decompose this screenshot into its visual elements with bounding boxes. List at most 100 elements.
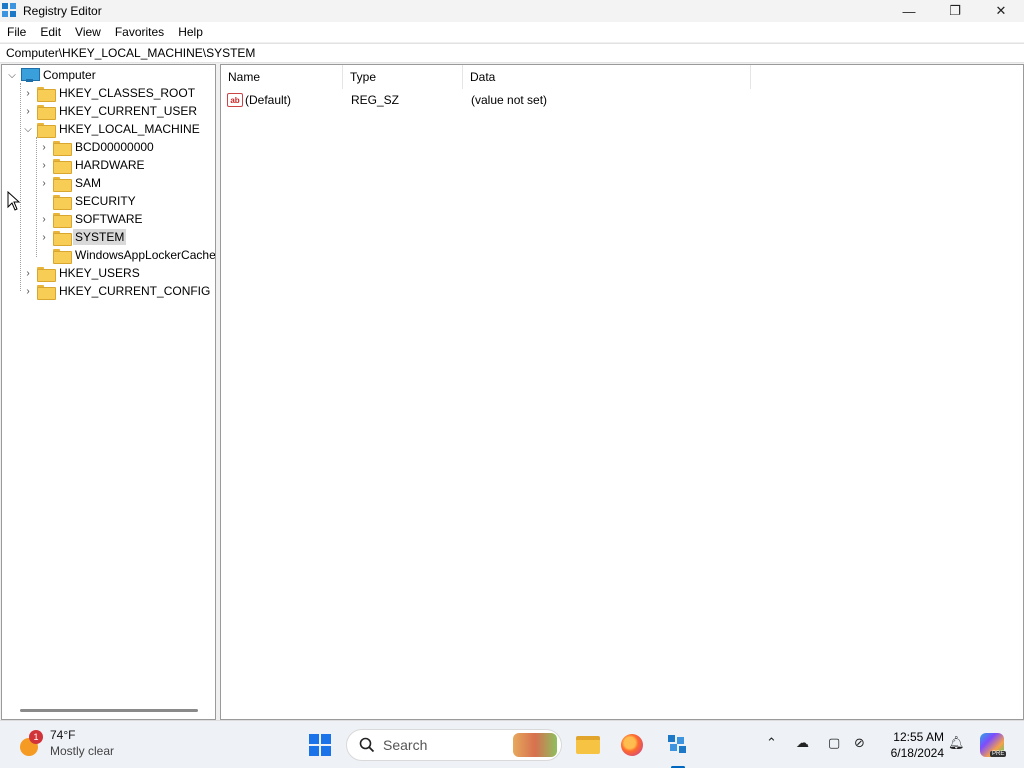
chevron-down-icon[interactable]: ⌵ [6, 66, 18, 84]
tree-item-label: HKEY_CURRENT_CONFIG [59, 284, 211, 298]
folder-icon [53, 212, 72, 228]
taskbar-firefox[interactable] [614, 727, 650, 763]
menu-help[interactable]: Help [171, 25, 210, 39]
firefox-icon [621, 734, 643, 756]
windows-logo-icon [309, 734, 331, 756]
folder-icon [37, 86, 56, 102]
weather-icon: 1 [16, 730, 43, 756]
search-highlight-icon [513, 733, 557, 757]
weather-temperature: 74°F [50, 728, 76, 742]
tree-item-windowsapplockercache[interactable]: WindowsAppLockerCache [38, 246, 216, 264]
string-value-icon: ab [227, 93, 243, 107]
computer-icon [21, 68, 40, 82]
tree-item-hkey-users[interactable]: › HKEY_USERS [22, 264, 142, 282]
maximize-button[interactable]: ❐ [932, 0, 978, 22]
chevron-down-icon[interactable]: ⌵ [22, 120, 34, 138]
folder-icon [53, 176, 72, 192]
tree-item-sam[interactable]: › SAM [38, 174, 103, 192]
notification-badge: 1 [29, 730, 43, 744]
taskbar-file-explorer[interactable] [570, 727, 606, 763]
system-clock[interactable]: 12:55 AM 6/18/2024 [876, 729, 944, 761]
address-path: Computer\HKEY_LOCAL_MACHINE\SYSTEM [6, 46, 256, 60]
menu-favorites[interactable]: Favorites [108, 25, 171, 39]
weather-widget[interactable]: 1 74°F Mostly clear [16, 727, 114, 759]
value-row[interactable]: ab (Default) REG_SZ (value not set) [221, 91, 751, 109]
volume-muted-icon[interactable]: ⊘ [854, 735, 865, 751]
search-label: Search [383, 737, 428, 753]
menu-file[interactable]: File [0, 25, 33, 39]
tree-item-label: HKEY_CURRENT_USER [59, 104, 198, 118]
taskbar-search[interactable]: Search [346, 729, 562, 761]
registry-editor-icon [668, 735, 688, 755]
tree-item-label: SOFTWARE [75, 212, 143, 226]
tree-item-label: SYSTEM [73, 229, 127, 245]
chevron-right-icon[interactable]: › [22, 264, 34, 282]
start-button[interactable] [302, 727, 338, 763]
weather-description: Mostly clear [50, 744, 115, 758]
chevron-right-icon[interactable]: › [38, 228, 50, 246]
tree-item-label: HKEY_USERS [59, 266, 140, 280]
taskbar-registry-editor[interactable] [660, 727, 696, 763]
preview-badge: PRE [990, 751, 1007, 757]
menu-edit[interactable]: Edit [33, 25, 68, 39]
column-header-type[interactable]: Type [343, 65, 463, 89]
chevron-right-icon[interactable]: › [38, 138, 50, 156]
network-icon[interactable]: ▢ [828, 735, 840, 751]
folder-icon [37, 122, 56, 138]
taskbar: 1 74°F Mostly clear Search ⌃ ☁ ▢ ⊘ 12:55… [0, 720, 1024, 768]
folder-icon [37, 104, 56, 120]
value-type: REG_SZ [351, 93, 400, 107]
folder-icon [37, 266, 56, 282]
key-tree-pane[interactable]: ⌵ Computer › HKEY_CLASSES_ROOT › HKEY_CU… [1, 64, 216, 720]
tree-item-label: BCD00000000 [75, 140, 154, 154]
tree-item-label: HKEY_LOCAL_MACHINE [59, 122, 200, 136]
column-header-data[interactable]: Data [463, 65, 751, 89]
search-icon [359, 737, 375, 753]
chevron-right-icon[interactable]: › [38, 174, 50, 192]
minimize-button[interactable]: — [886, 0, 932, 22]
folder-icon [53, 158, 72, 174]
chevron-up-icon[interactable]: ⌃ [766, 735, 777, 751]
menu-view[interactable]: View [68, 25, 108, 39]
window-title: Registry Editor [23, 4, 102, 18]
value-data: (value not set) [471, 93, 548, 107]
chevron-right-icon[interactable]: › [38, 156, 50, 174]
cloud-offline-icon[interactable]: ☁ [796, 735, 809, 751]
registry-editor-icon [2, 3, 18, 19]
folder-icon [37, 284, 56, 300]
folder-icon [53, 194, 72, 210]
notification-bell-icon[interactable]: 🔔︎ [948, 735, 965, 751]
tree-item-system[interactable]: › SYSTEM [38, 228, 127, 246]
chevron-right-icon[interactable]: › [22, 102, 34, 120]
tree-item-software[interactable]: › SOFTWARE [38, 210, 145, 228]
horizontal-scrollbar[interactable] [20, 709, 198, 712]
folder-icon [53, 248, 72, 264]
tree-item-hardware[interactable]: › HARDWARE [38, 156, 147, 174]
clock-time: 12:55 AM [893, 730, 944, 744]
tree-item-label: Computer [43, 68, 96, 82]
value-name: (Default) [245, 93, 292, 107]
tree-item-security[interactable]: SECURITY [38, 192, 138, 210]
tree-item-label: WindowsAppLockerCache [75, 248, 216, 262]
tree-item-hkey-local-machine[interactable]: ⌵ HKEY_LOCAL_MACHINE [22, 120, 202, 138]
tree-item-computer[interactable]: ⌵ Computer [6, 66, 98, 84]
restore-icon: ❐ [949, 3, 961, 18]
column-header-label: Type [350, 70, 377, 84]
menu-bar: File Edit View Favorites Help [0, 22, 1024, 42]
chevron-right-icon[interactable]: › [38, 210, 50, 228]
tree-item-hkey-classes-root[interactable]: › HKEY_CLASSES_ROOT [22, 84, 197, 102]
tree-item-bcd00000000[interactable]: › BCD00000000 [38, 138, 156, 156]
close-button[interactable]: ✕ [978, 0, 1024, 22]
column-header-name[interactable]: Name [221, 65, 343, 89]
tree-item-hkey-current-user[interactable]: › HKEY_CURRENT_USER [22, 102, 199, 120]
chevron-right-icon[interactable]: › [22, 84, 34, 102]
folder-icon [53, 230, 72, 246]
chevron-right-icon[interactable]: › [22, 282, 34, 300]
mouse-cursor-icon [7, 191, 21, 211]
clock-date: 6/18/2024 [890, 746, 944, 760]
minimize-icon: — [902, 3, 916, 19]
tree-item-hkey-current-config[interactable]: › HKEY_CURRENT_CONFIG [22, 282, 212, 300]
address-bar[interactable]: Computer\HKEY_LOCAL_MACHINE\SYSTEM [0, 43, 1024, 63]
values-list-pane[interactable]: Name Type Data ab (Default) REG_SZ (valu… [220, 64, 1024, 720]
tree-item-label: SECURITY [75, 194, 136, 208]
